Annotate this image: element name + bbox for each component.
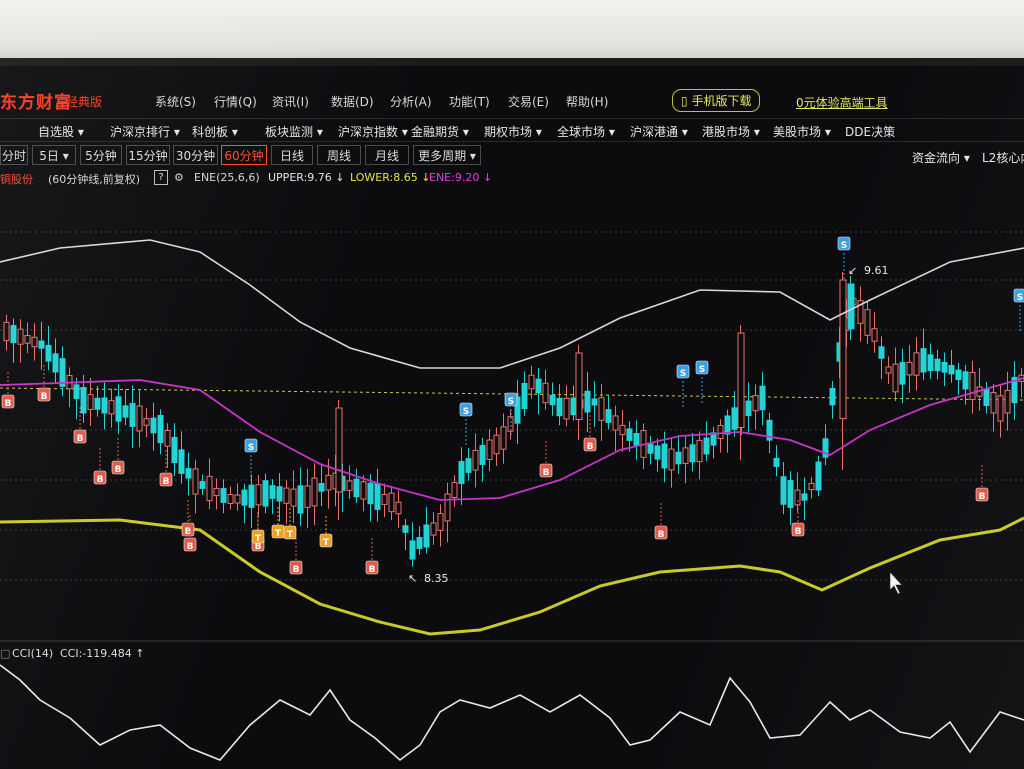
low-arrow-icon: ↖ — [408, 572, 417, 585]
svg-text:S: S — [680, 369, 686, 379]
svg-text:B: B — [115, 465, 122, 475]
svg-text:B: B — [163, 477, 170, 487]
low-price-label: 8.35 — [424, 572, 449, 585]
svg-text:S: S — [699, 365, 705, 375]
svg-text:B: B — [293, 565, 300, 575]
svg-text:S: S — [248, 443, 254, 453]
svg-text:B: B — [187, 542, 194, 552]
svg-text:T: T — [323, 538, 330, 548]
svg-text:B: B — [185, 527, 192, 537]
svg-text:S: S — [1017, 293, 1023, 303]
svg-text:T: T — [287, 530, 294, 540]
svg-text:B: B — [795, 527, 802, 537]
lower-band-line — [0, 516, 1024, 636]
svg-text:S: S — [463, 407, 469, 417]
svg-text:B: B — [587, 442, 594, 452]
svg-text:B: B — [369, 565, 376, 575]
svg-text:B: B — [543, 468, 550, 478]
svg-text:B: B — [979, 492, 986, 502]
svg-text:B: B — [77, 434, 84, 444]
high-arrow-icon: ↙ — [848, 264, 857, 277]
high-annotation: ↙ 9.61 — [848, 264, 889, 277]
svg-text:S: S — [841, 241, 847, 251]
candles — [3, 272, 1024, 567]
high-price-label: 9.61 — [864, 264, 889, 277]
svg-text:B: B — [97, 475, 104, 485]
svg-text:B: B — [658, 530, 665, 540]
svg-text:B: B — [5, 399, 12, 409]
svg-text:T: T — [255, 534, 262, 544]
svg-text:S: S — [508, 397, 514, 407]
cci-line — [0, 664, 1024, 762]
svg-text:B: B — [41, 392, 48, 402]
kline-chart: BBBBBBBB BB BBBB BBSSSS SSST T TT ↙ 9.61 ↖ 8.3… — [0, 231, 1024, 762]
low-annotation: ↖ 8.35 — [408, 572, 449, 585]
upper-band-line — [0, 239, 1024, 369]
mouse-cursor-icon — [889, 571, 903, 595]
svg-text:T: T — [275, 529, 282, 539]
